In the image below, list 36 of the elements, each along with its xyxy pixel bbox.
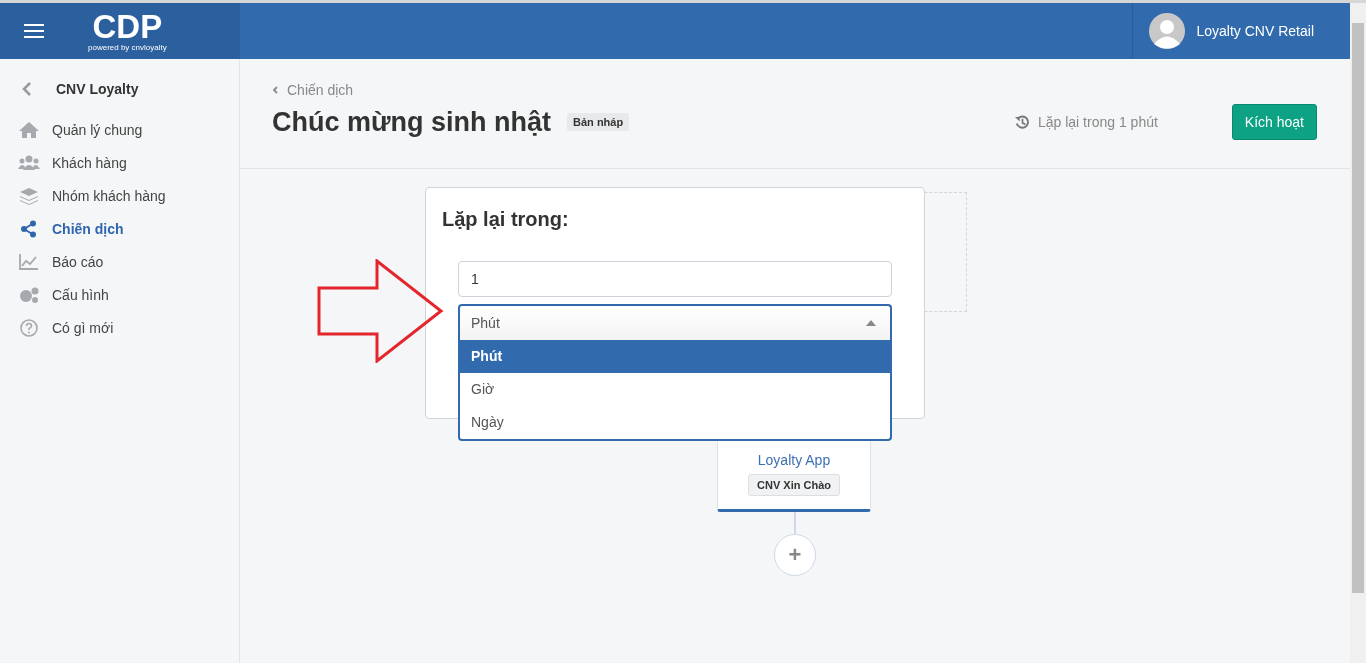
popup-title: Lặp lại trong: [442, 208, 570, 231]
status-badge: Bản nháp [567, 113, 630, 131]
users-icon [18, 153, 40, 172]
logo-tagline: powered by cnvloyalty [88, 42, 167, 52]
help-icon [18, 318, 40, 337]
channel-label: Loyalty App [757, 452, 831, 468]
home-icon [18, 120, 40, 139]
chevron-left-icon[interactable] [22, 81, 32, 97]
sidebar-item[interactable]: Nhóm khách hàng [18, 179, 239, 212]
repeat-info: Lặp lại trong 1 phút [1037, 114, 1158, 130]
menu-icon[interactable] [24, 24, 44, 38]
chevron-left-icon [272, 86, 278, 94]
layers-icon [18, 186, 40, 205]
history-icon [1014, 114, 1030, 130]
gears-icon [18, 285, 40, 304]
logo-text: CDP [92, 10, 163, 43]
chart-icon [18, 252, 40, 271]
scrollbar[interactable] [1350, 3, 1366, 663]
sidebar-item[interactable]: Khách hàng [18, 146, 239, 179]
sidebar-item[interactable]: Có gì mới [18, 311, 239, 344]
sidebar-item[interactable]: Quản lý chung [18, 113, 239, 146]
unit-select[interactable]: Phút [458, 304, 892, 340]
caret-up-icon [866, 320, 876, 326]
sidebar-item[interactable]: Cấu hình [18, 278, 239, 311]
sidebar-item[interactable]: Chiến dịch [18, 212, 239, 245]
sidebar-item[interactable]: Báo cáo [18, 245, 239, 278]
avatar-icon [1148, 13, 1185, 49]
message-tag: CNV Xin Chào [748, 474, 840, 496]
unit-option[interactable]: Phút [460, 340, 890, 373]
interval-input[interactable]: 1 [458, 261, 892, 297]
add-step-button[interactable]: + [774, 534, 816, 576]
page-title: Chúc mừng sinh nhật [272, 106, 552, 138]
annotation-arrow-icon [317, 259, 445, 363]
unit-option[interactable]: Giờ [460, 373, 890, 406]
workspace-title: CNV Loyalty [56, 81, 139, 97]
user-menu[interactable]: Loyalty CNV Retail [1131, 3, 1350, 59]
